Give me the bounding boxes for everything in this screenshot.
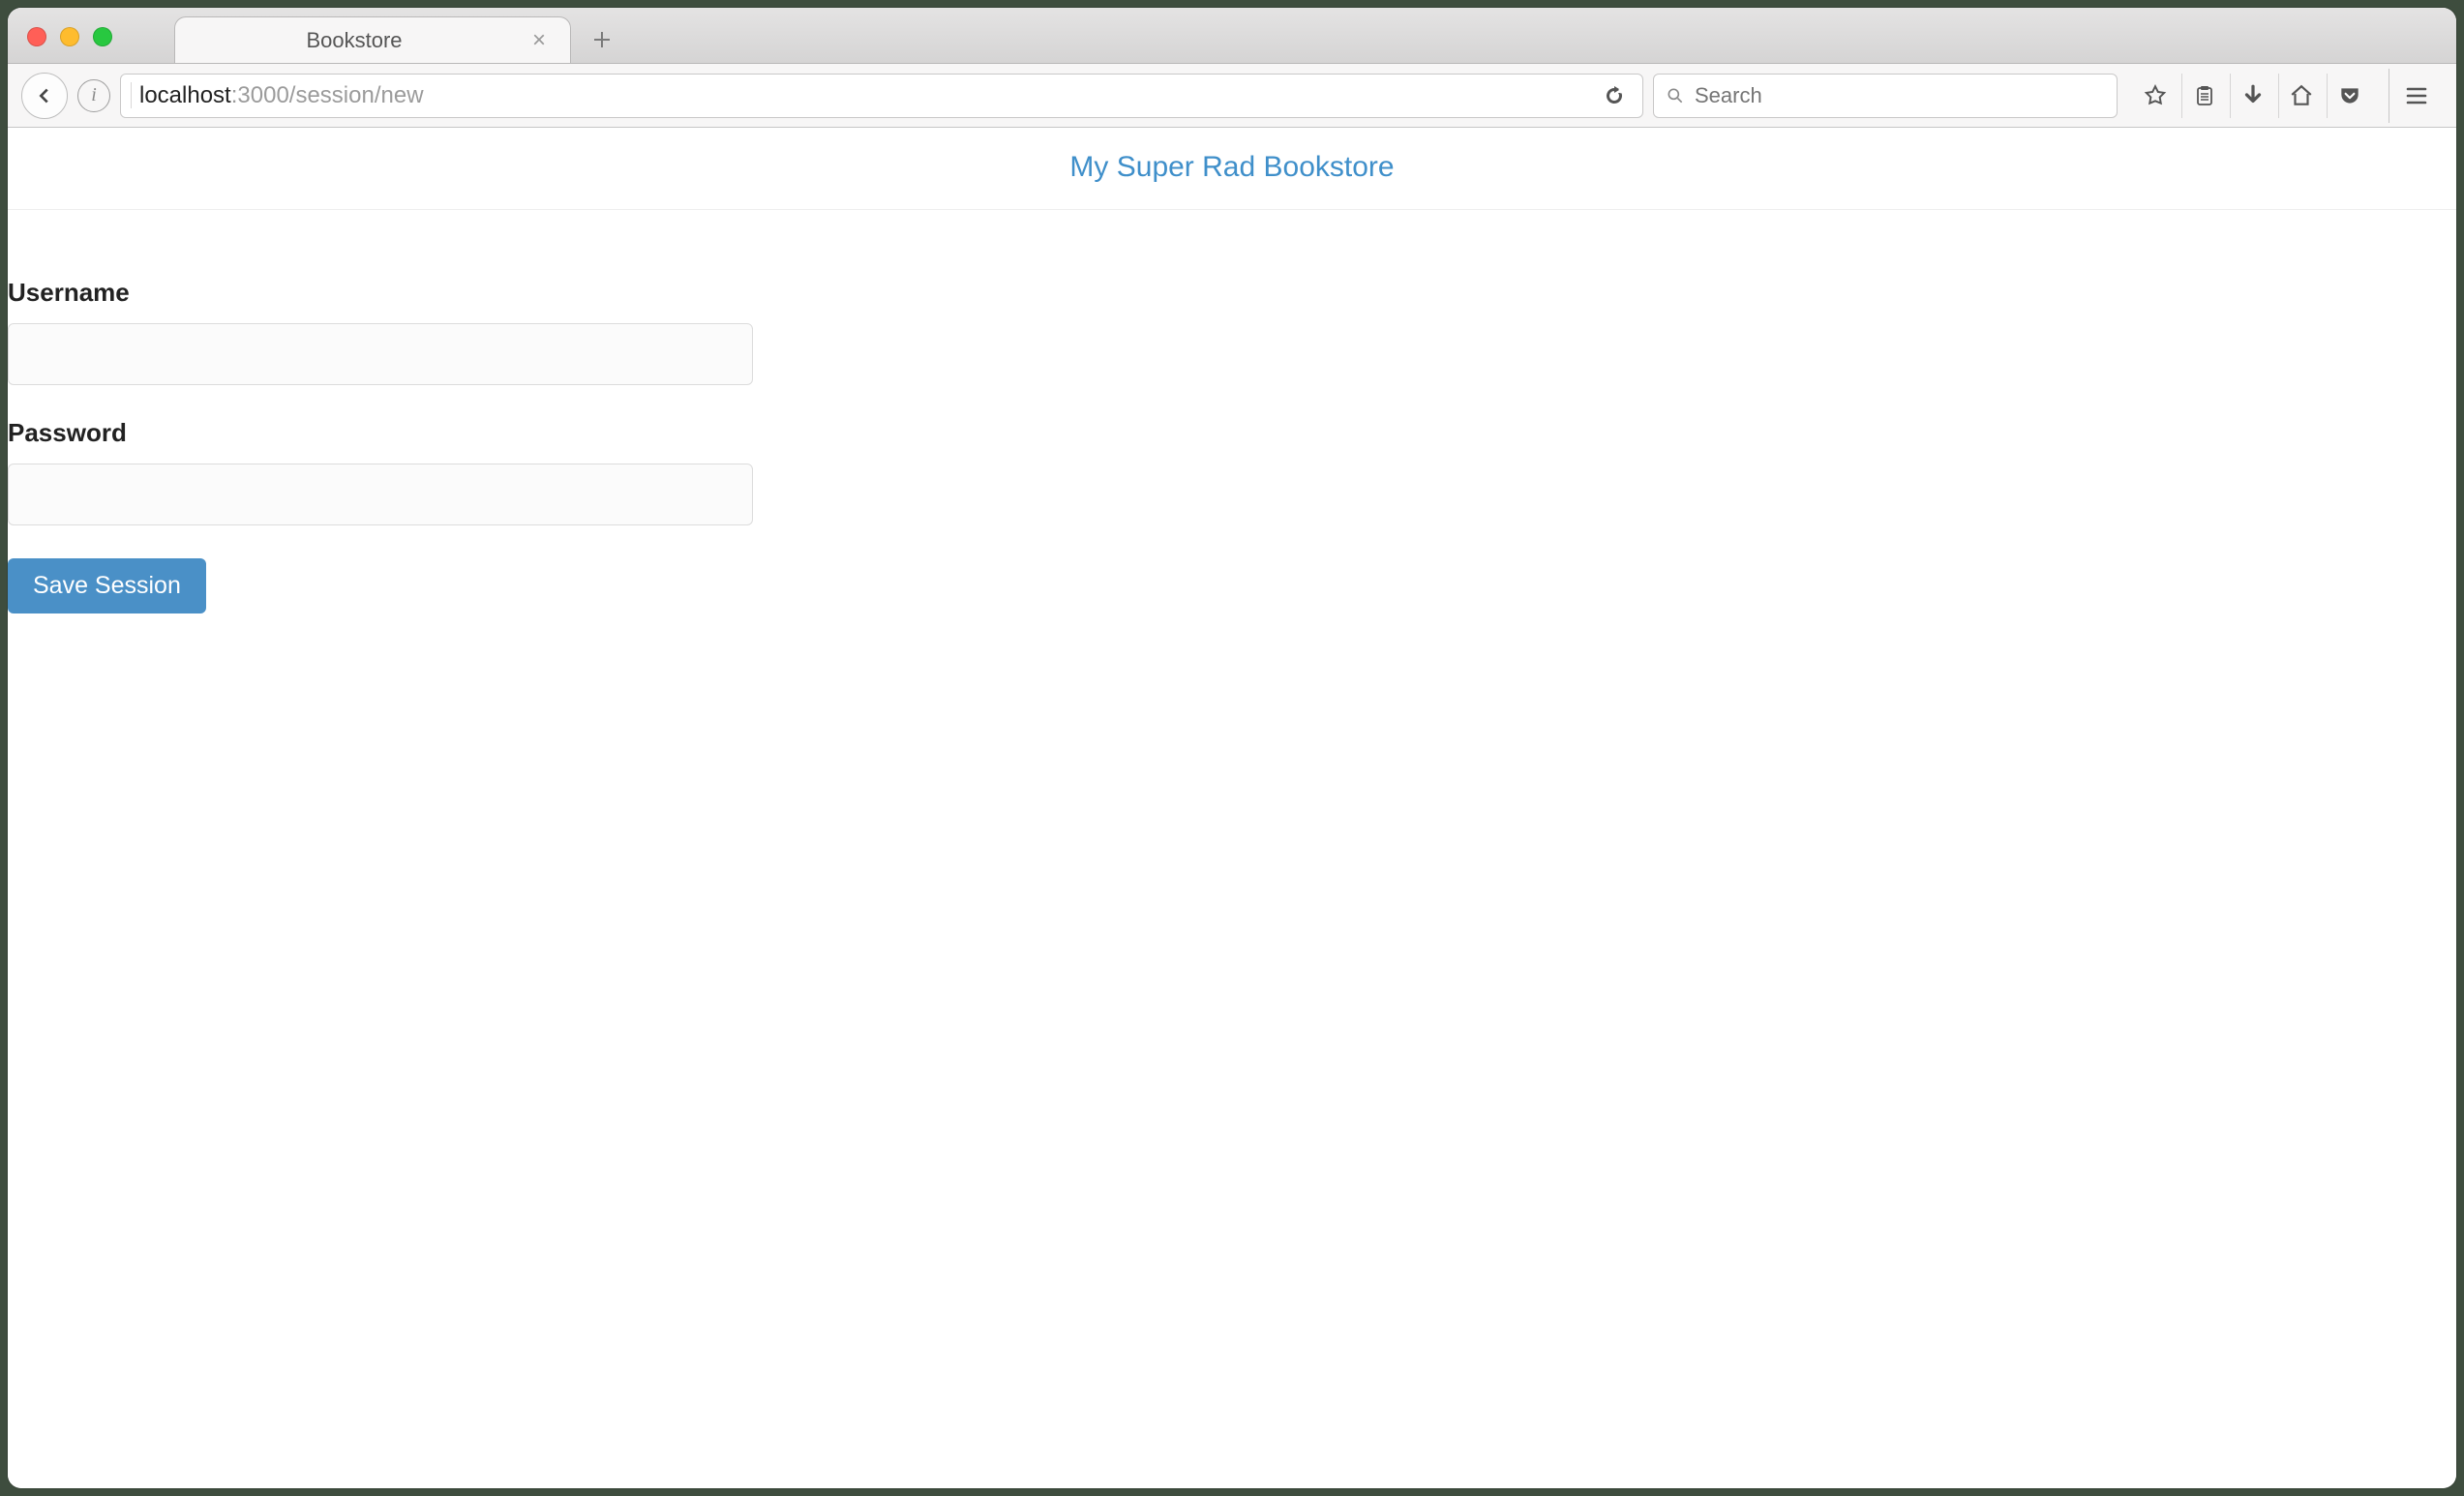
arrow-left-icon bbox=[34, 85, 55, 106]
toolbar-icons bbox=[2133, 74, 2371, 118]
page-content: My Super Rad Bookstore Username Password… bbox=[8, 128, 2456, 1488]
site-info-button[interactable]: i bbox=[77, 79, 110, 112]
tab-title: Bookstore bbox=[195, 28, 514, 53]
url-path: :3000/session/new bbox=[231, 82, 424, 108]
hamburger-icon bbox=[2403, 84, 2430, 107]
browser-window: Bookstore × i localhost:3000/session/new bbox=[8, 8, 2456, 1488]
username-field-group: Username bbox=[8, 278, 753, 385]
browser-tab[interactable]: Bookstore × bbox=[174, 16, 571, 63]
login-form-wrap: Username Password Save Session bbox=[8, 278, 753, 613]
home-icon bbox=[2289, 83, 2314, 108]
url-text[interactable]: localhost:3000/session/new bbox=[139, 82, 1588, 109]
login-form: Username Password Save Session bbox=[8, 278, 753, 613]
window-controls bbox=[27, 27, 112, 46]
menu-button[interactable] bbox=[2389, 69, 2443, 123]
password-label: Password bbox=[8, 418, 753, 448]
clipboard-icon bbox=[2193, 83, 2216, 108]
username-input[interactable] bbox=[8, 323, 753, 385]
site-header: My Super Rad Bookstore bbox=[8, 128, 2456, 210]
downloads-button[interactable] bbox=[2230, 74, 2274, 118]
address-separator bbox=[131, 82, 132, 107]
bookmark-button[interactable] bbox=[2133, 74, 2178, 118]
home-button[interactable] bbox=[2278, 74, 2323, 118]
url-host: localhost bbox=[139, 82, 231, 108]
save-session-button[interactable]: Save Session bbox=[8, 558, 206, 613]
site-title-link[interactable]: My Super Rad Bookstore bbox=[1069, 151, 1394, 183]
reading-list-button[interactable] bbox=[2181, 74, 2226, 118]
password-field-group: Password bbox=[8, 418, 753, 525]
window-maximize-button[interactable] bbox=[93, 27, 112, 46]
plus-icon bbox=[592, 30, 612, 49]
search-input[interactable] bbox=[1695, 83, 2105, 108]
back-button[interactable] bbox=[21, 73, 68, 119]
search-icon bbox=[1666, 86, 1685, 105]
pocket-button[interactable] bbox=[2327, 74, 2371, 118]
tab-close-icon[interactable]: × bbox=[527, 27, 551, 54]
tab-strip: Bookstore × bbox=[8, 8, 2456, 64]
pocket-icon bbox=[2337, 83, 2362, 108]
window-minimize-button[interactable] bbox=[60, 27, 79, 46]
search-bar[interactable] bbox=[1653, 74, 2118, 118]
window-close-button[interactable] bbox=[27, 27, 46, 46]
username-label: Username bbox=[8, 278, 753, 308]
reload-icon bbox=[1603, 84, 1626, 107]
address-bar[interactable]: localhost:3000/session/new bbox=[120, 74, 1643, 118]
download-icon bbox=[2240, 83, 2266, 108]
reload-button[interactable] bbox=[1596, 84, 1633, 107]
star-icon bbox=[2143, 83, 2168, 108]
password-input[interactable] bbox=[8, 464, 753, 525]
new-tab-button[interactable] bbox=[583, 20, 621, 59]
browser-toolbar: i localhost:3000/session/new bbox=[8, 64, 2456, 128]
